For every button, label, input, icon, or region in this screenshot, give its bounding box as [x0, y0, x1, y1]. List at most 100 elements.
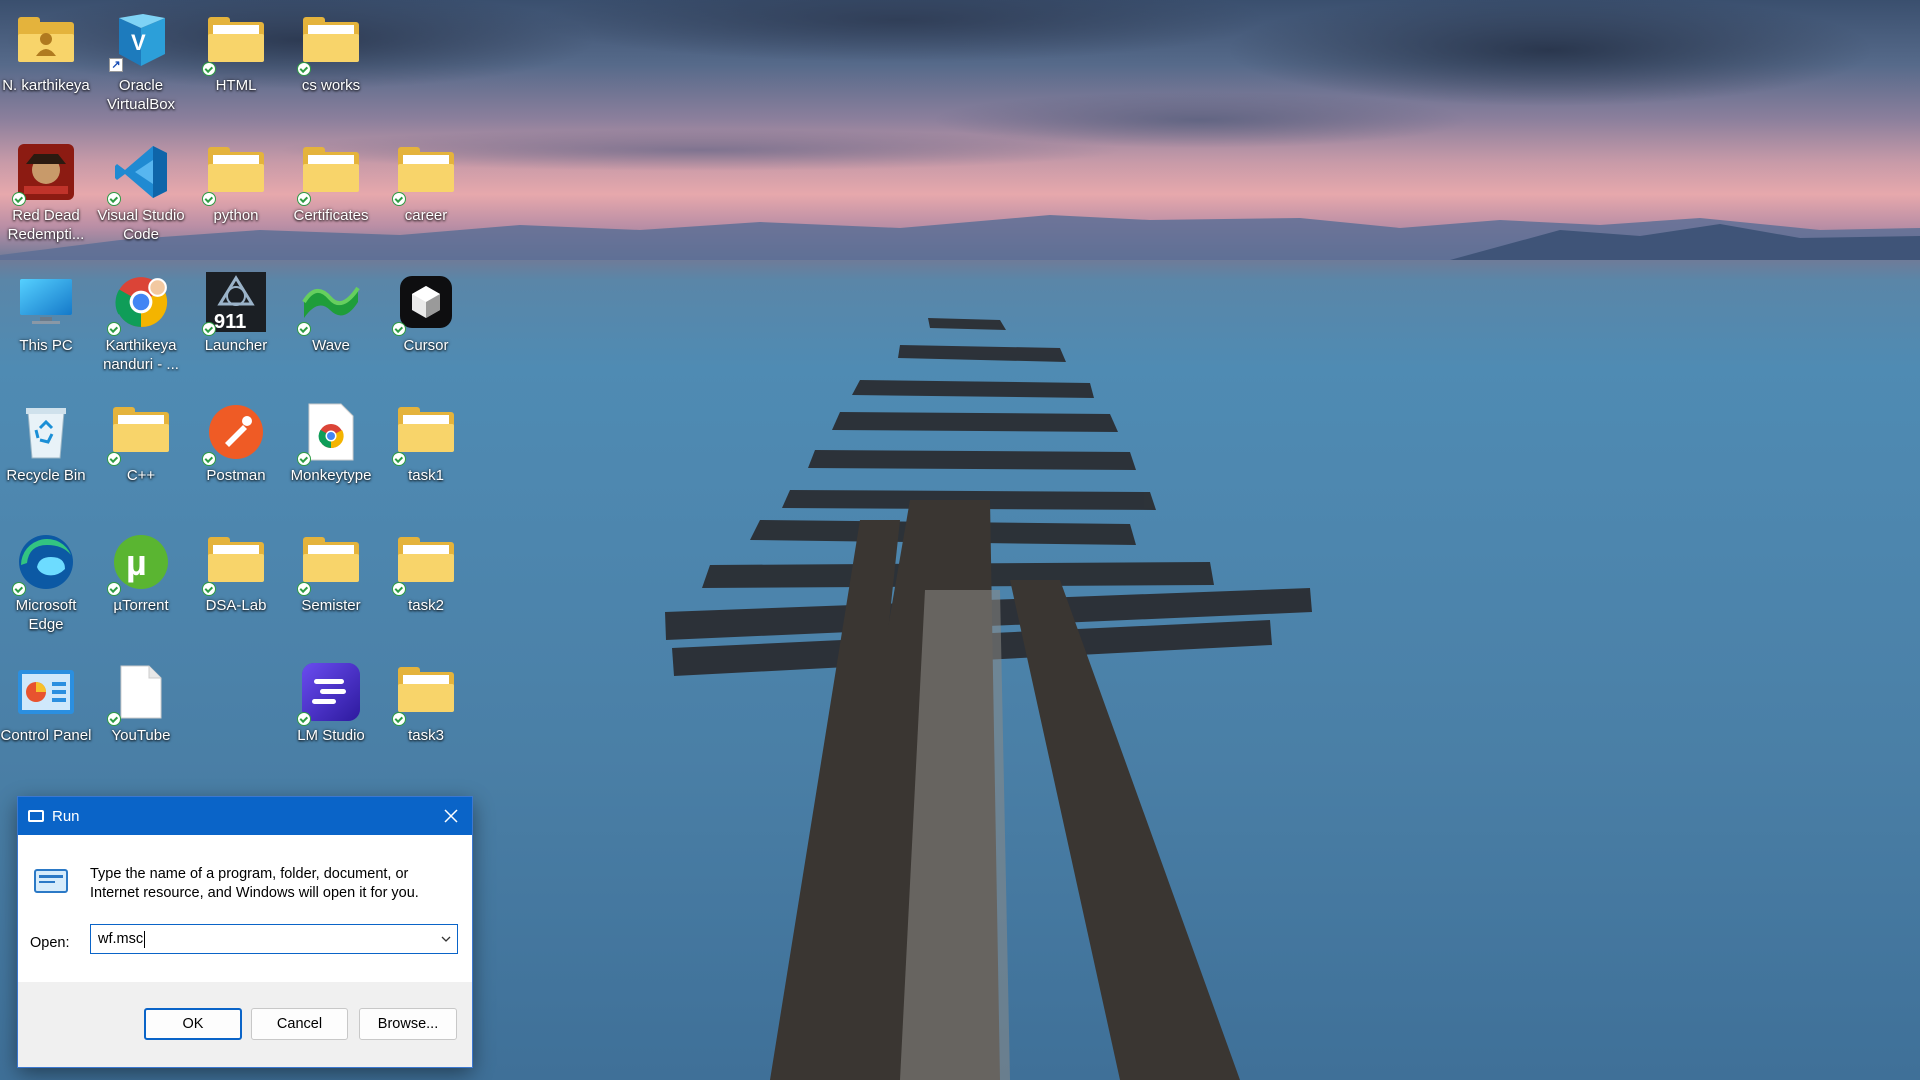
desktop-icon-certificates[interactable]: Certificates [285, 140, 377, 225]
desktop-icon-label: Certificates [293, 207, 369, 224]
launcher-911-icon: 911 [202, 270, 268, 336]
desktop-icon-label: This PC [19, 337, 73, 354]
chrome-icon [107, 270, 173, 336]
desktop-icon-launcher[interactable]: 911 Launcher [190, 270, 282, 355]
desktop-icon-red-dead-redempti[interactable]: Red Dead Redempti... [0, 140, 92, 244]
sync-status-icon [202, 62, 216, 76]
desktop-icon-label: Wave [312, 337, 350, 354]
desktop-icon--torrent[interactable]: µ µTorrent [95, 530, 187, 615]
open-input[interactable]: wf.msc [90, 924, 458, 954]
desktop-icon-semister[interactable]: Semister [285, 530, 377, 615]
svg-text:911: 911 [214, 311, 246, 332]
folder-icon [202, 140, 268, 206]
browse-button[interactable]: Browse... [359, 1008, 457, 1040]
sync-status-icon [392, 452, 406, 466]
desktop-icon-label: python [213, 207, 259, 224]
desktop-icon-this-pc[interactable]: This PC [0, 270, 92, 355]
desktop-icon-label: YouTube [111, 727, 171, 744]
sync-status-icon [107, 192, 121, 206]
run-footer: OK Cancel Browse... [18, 982, 472, 1067]
cancel-button[interactable]: Cancel [251, 1008, 348, 1040]
desktop-icon-oracle-virtualbox[interactable]: V ↗ Oracle VirtualBox [95, 10, 187, 114]
folder-icon [392, 530, 458, 596]
sync-status-icon [107, 582, 121, 596]
desktop-icon-label: DSA-Lab [205, 597, 267, 614]
desktop-icon-cursor[interactable]: Cursor [380, 270, 472, 355]
text-caret [144, 930, 146, 948]
desktop-icon-career[interactable]: career [380, 140, 472, 225]
desktop-icon-label: Red Dead Redempti... [7, 207, 85, 243]
cursor-app-icon [392, 270, 458, 336]
desktop-icon-label: Launcher [204, 337, 268, 354]
desktop-icon-wave[interactable]: Wave [285, 270, 377, 355]
desktop-icon-youtube[interactable]: YouTube [95, 660, 187, 745]
desktop-icon-label: task1 [408, 467, 444, 484]
control-panel-icon [14, 660, 78, 724]
sync-status-icon [202, 192, 216, 206]
desktop-icon-monkeytype[interactable]: Monkeytype [285, 400, 377, 485]
desktop-icon-label: LM Studio [297, 727, 365, 744]
desktop-icon-control-panel[interactable]: Control Panel [0, 660, 92, 745]
wave-icon [297, 270, 363, 336]
folder-icon [202, 530, 268, 596]
desktop-icon-label: µTorrent [113, 597, 169, 614]
postman-icon [202, 400, 268, 466]
desktop-icon-task1[interactable]: task1 [380, 400, 472, 485]
run-title: Run [52, 807, 80, 825]
folder-icon [392, 400, 458, 466]
sync-status-icon [392, 712, 406, 726]
desktop-icon-dsa-lab[interactable]: DSA-Lab [190, 530, 282, 615]
desktop-icon-postman[interactable]: Postman [190, 400, 282, 485]
desktop-icon-label: Oracle VirtualBox [106, 77, 176, 113]
sync-status-icon [12, 192, 26, 206]
desktop-icon-n-karthikeya[interactable]: N. karthikeya [0, 10, 92, 95]
desktop-icon-label: Postman [206, 467, 266, 484]
desktop-icon-cs-works[interactable]: cs works [285, 10, 377, 95]
desktop-icon-label: Microsoft Edge [15, 597, 77, 633]
svg-text:V: V [131, 30, 146, 55]
run-app-icon [28, 810, 44, 822]
sync-status-icon [202, 322, 216, 336]
shortcut-arrow-icon: ↗ [109, 58, 123, 72]
sync-status-icon [297, 452, 311, 466]
desktop-icon-label: cs works [301, 77, 361, 94]
ok-button[interactable]: OK [144, 1008, 242, 1040]
folder-icon [297, 530, 363, 596]
run-description: Type the name of a program, folder, docu… [90, 866, 419, 901]
desktop-icon-python[interactable]: python [190, 140, 282, 225]
folder-icon [107, 400, 173, 466]
desktop-icon-microsoft-edge[interactable]: Microsoft Edge [0, 530, 92, 634]
folder-icon [297, 140, 363, 206]
desktop-icon-task2[interactable]: task2 [380, 530, 472, 615]
close-button[interactable] [440, 805, 462, 827]
desktop-icon-label: N. karthikeya [2, 77, 90, 94]
desktop-icon-label: Control Panel [0, 727, 92, 744]
desktop-icon-c[interactable]: C++ [95, 400, 187, 485]
desktop-icon-visual-studio-code[interactable]: Visual Studio Code [95, 140, 187, 244]
sync-status-icon [297, 322, 311, 336]
desktop-icon-lm-studio[interactable]: LM Studio [285, 660, 377, 745]
recycle-bin-icon [14, 400, 78, 464]
desktop-icon-label: C++ [126, 467, 156, 484]
desktop-icon-karthikeya-nanduri[interactable]: Karthikeya nanduri - ... [95, 270, 187, 374]
desktop-icon-label: career [404, 207, 448, 224]
chevron-down-icon[interactable] [441, 934, 451, 944]
sync-status-icon [202, 582, 216, 596]
monitor-icon [14, 270, 78, 334]
folder-icon [392, 660, 458, 726]
run-dialog: Run Type the name of a program, folder, … [18, 797, 472, 1067]
sync-status-icon [297, 582, 311, 596]
edge-icon [12, 530, 78, 596]
run-body: Type the name of a program, folder, docu… [18, 835, 472, 982]
desktop-icon-task3[interactable]: task3 [380, 660, 472, 745]
sync-status-icon [107, 712, 121, 726]
folder-icon [297, 10, 363, 76]
desktop-icon-html[interactable]: HTML [190, 10, 282, 95]
chrome-file-icon [297, 400, 363, 466]
virtualbox-icon: V ↗ [109, 10, 173, 74]
sync-status-icon [12, 582, 26, 596]
open-label: Open: [30, 935, 70, 951]
vscode-icon [107, 140, 173, 206]
desktop-icon-recycle-bin[interactable]: Recycle Bin [0, 400, 92, 485]
run-title-bar[interactable]: Run [18, 797, 472, 835]
